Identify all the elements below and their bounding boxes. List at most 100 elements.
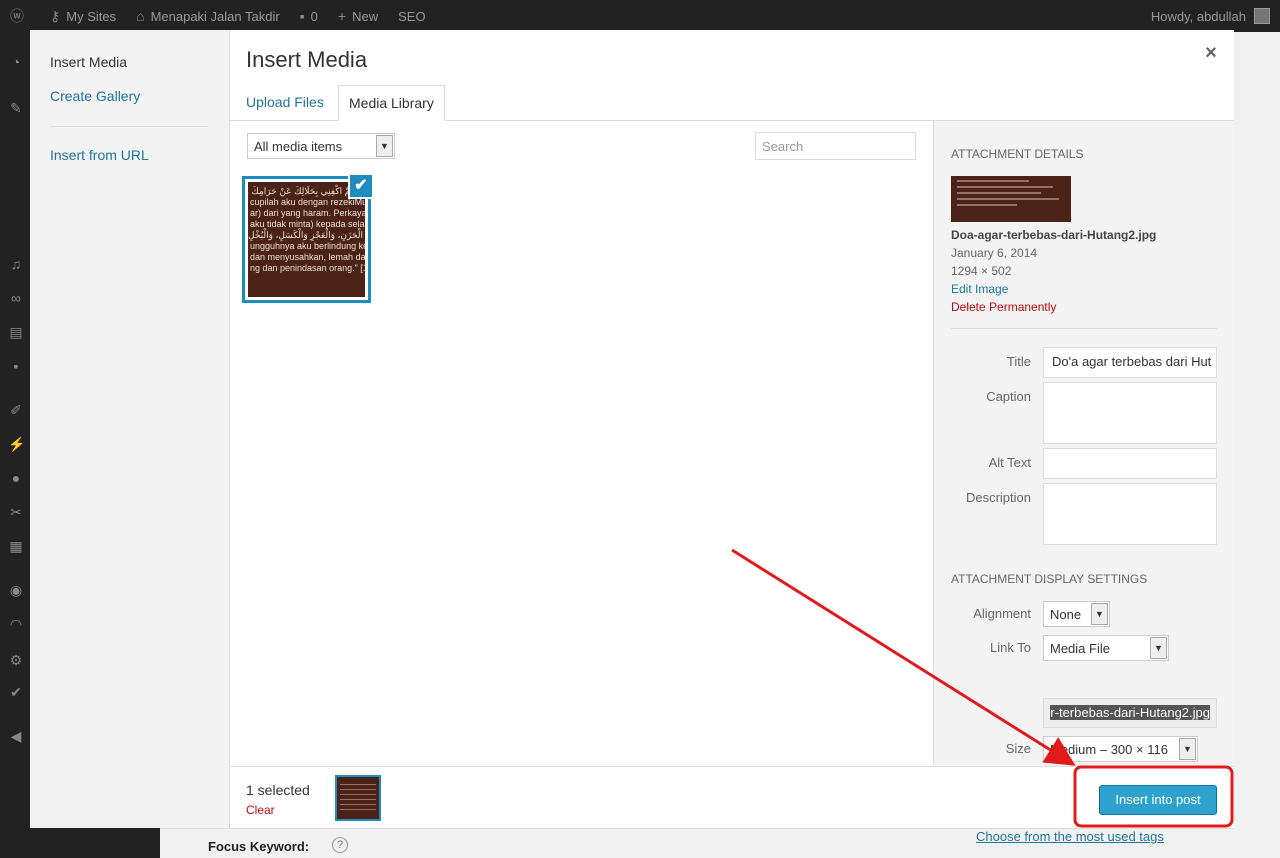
chevron-down-icon: ▼	[1091, 603, 1108, 625]
attachment-preview-image: اللَّهُمَّ اكْفِنِي بِحَلَالِكَ عَنْ حَر…	[248, 182, 365, 297]
wordpress-logo[interactable]: ⓦ	[0, 6, 40, 26]
seo-label: SEO	[398, 8, 426, 24]
media-filter-select[interactable]: All media items ▼	[247, 133, 395, 159]
thumb-text-line: ar) dari yang haram. Perkayal	[250, 208, 365, 218]
plus-icon: +	[337, 8, 347, 24]
clear-selection-link[interactable]: Clear	[246, 803, 275, 817]
seo-menu[interactable]: SEO	[388, 9, 435, 24]
most-used-tags-link[interactable]: Choose from the most used tags	[976, 829, 1164, 844]
media-icon[interactable]: ♫	[8, 256, 24, 272]
title-label: Title	[1006, 354, 1031, 369]
chevron-down-icon: ▼	[376, 135, 393, 157]
new-content-menu[interactable]: + New	[328, 8, 388, 24]
comments-icon[interactable]: ▪	[8, 358, 24, 374]
alignment-label: Alignment	[973, 606, 1031, 621]
thumb-text-line: dan menyusahkan, lemah dan	[250, 252, 365, 262]
avatar	[1254, 8, 1270, 24]
site-name-label: Menapaki Jalan Takdir	[150, 8, 280, 24]
focus-keyword-label: Focus Keyword:	[208, 839, 310, 854]
selection-thumbnail[interactable]	[335, 775, 381, 821]
tab-upload-files[interactable]: Upload Files	[236, 85, 334, 121]
menu-separator	[50, 126, 208, 127]
home-icon: ⌂	[136, 8, 145, 24]
attachment-details-heading: Attachment Details	[951, 147, 1084, 161]
filter-value: All media items	[254, 139, 343, 154]
account-menu[interactable]: Howdy, abdullah	[1151, 0, 1270, 32]
link-icon[interactable]: ∞	[8, 290, 24, 306]
site-name-menu[interactable]: ⌂ Menapaki Jalan Takdir	[126, 8, 290, 24]
comments-count: 0	[310, 8, 318, 24]
seo-icon[interactable]: ◉	[8, 582, 24, 598]
link-to-label: Link To	[990, 640, 1031, 655]
menu-insert-media[interactable]: Insert Media	[50, 54, 127, 70]
check-circle-icon[interactable]: ✔	[8, 684, 24, 700]
help-icon[interactable]: ?	[332, 837, 348, 853]
users-icon[interactable]: ●	[8, 470, 24, 486]
title-field[interactable]: Do'a agar terbebas dari Hut	[1043, 347, 1217, 378]
size-value: Medium – 300 × 116	[1050, 742, 1168, 757]
admin-bar: ⓦ ⚷ My Sites ⌂ Menapaki Jalan Takdir ▪ 0 + N…	[0, 0, 1280, 32]
thumb-text-line: aku tidak minta) kepada selain	[250, 219, 365, 229]
media-toolbar: 1 selected Clear Insert into post	[230, 766, 1234, 828]
tools-icon[interactable]: ✂	[8, 504, 24, 520]
wifi-icon[interactable]: ◠	[8, 616, 24, 632]
thumb-text-line: cupilah aku dengan rezekiMu ya	[250, 197, 365, 207]
alignment-value: None	[1050, 607, 1082, 622]
size-select[interactable]: Medium – 300 × 116 ▼	[1043, 736, 1198, 762]
link-to-select[interactable]: Media File ▼	[1043, 635, 1169, 661]
howdy-label: Howdy, abdullah	[1150, 8, 1246, 24]
collapse-icon[interactable]: ◀	[8, 728, 24, 744]
my-sites-label: My Sites	[66, 8, 117, 24]
attachment-filename: Doa-agar-terbebas-dari-Hutang2.jpg	[951, 228, 1157, 242]
comment-icon: ▪	[299, 8, 305, 24]
tab-media-library[interactable]: Media Library	[338, 85, 445, 121]
caption-label: Caption	[986, 389, 1031, 404]
alignment-select[interactable]: None ▼	[1043, 601, 1110, 627]
close-icon[interactable]: ×	[1200, 42, 1222, 64]
menu-create-gallery[interactable]: Create Gallery	[50, 88, 140, 104]
background-sidebar-strip	[30, 828, 160, 858]
dashboard-icon[interactable]: ◔	[8, 54, 24, 70]
attachment-date: January 6, 2014	[951, 246, 1038, 260]
plugins-icon[interactable]: ⚡	[8, 436, 25, 452]
modal-title: Insert Media	[246, 47, 368, 72]
search-input[interactable]: Search	[755, 132, 916, 160]
insert-into-post-button[interactable]: Insert into post	[1099, 785, 1217, 815]
comments-menu[interactable]: ▪ 0	[290, 8, 328, 24]
thumb-text-line: ng dan penindasan orang." [1	[250, 263, 365, 273]
gear-icon[interactable]: ⚙	[8, 652, 24, 668]
media-frame-menu: Insert Media Create Gallery Insert from …	[30, 30, 230, 828]
alt-text-field[interactable]	[1043, 448, 1217, 479]
selection-count: 1 selected	[246, 782, 310, 798]
size-label: Size	[1005, 741, 1031, 756]
settings-icon[interactable]: ▦	[8, 538, 24, 554]
pin-icon[interactable]: ✎	[8, 100, 24, 116]
edit-image-link[interactable]: Edit Image	[951, 282, 1008, 296]
admin-sidebar: ◔ ✎ ♫ ∞ ▤ ▪ ✐ ⚡ ● ✂ ▦ ◉ ◠ ⚙ ✔ ◀	[0, 32, 30, 858]
chevron-down-icon: ▼	[1179, 738, 1196, 760]
link-url-field[interactable]: r-terbebas-dari-Hutang2.jpg	[1043, 698, 1217, 728]
key-icon: ⚷	[50, 7, 61, 24]
thumb-text-line: الْحَزَنِ، وَالْعَجْزِ وَالْكَسَلِ، وَال…	[248, 230, 363, 240]
delete-permanently-link[interactable]: Delete Permanently	[951, 300, 1056, 314]
my-sites-menu[interactable]: ⚷ My Sites	[40, 8, 126, 25]
insert-media-modal: Insert Media Create Gallery Insert from …	[30, 30, 1234, 828]
attachment-details-thumbnail	[951, 176, 1071, 222]
description-field[interactable]	[1043, 483, 1217, 545]
new-label: New	[352, 8, 379, 24]
checkmark-icon[interactable]: ✔	[348, 173, 374, 199]
link-to-value: Media File	[1050, 641, 1110, 656]
alt-text-label: Alt Text	[988, 455, 1031, 470]
appearance-icon[interactable]: ✐	[8, 402, 24, 418]
chevron-down-icon: ▼	[1150, 637, 1167, 659]
menu-insert-from-url[interactable]: Insert from URL	[50, 147, 149, 163]
background-content	[1234, 32, 1280, 858]
router-tabs: Upload Files Media Library	[230, 84, 1234, 121]
caption-field[interactable]	[1043, 382, 1217, 444]
sidebar-separator	[951, 328, 1217, 329]
pages-icon[interactable]: ▤	[8, 324, 24, 340]
attachment-thumbnail[interactable]: اللَّهُمَّ اكْفِنِي بِحَلَالِكَ عَنْ حَر…	[242, 173, 374, 303]
link-url-value: r-terbebas-dari-Hutang2.jpg	[1050, 705, 1210, 720]
wordpress-icon: ⓦ	[10, 8, 24, 24]
display-settings-heading: Attachment Display Settings	[951, 572, 1148, 586]
